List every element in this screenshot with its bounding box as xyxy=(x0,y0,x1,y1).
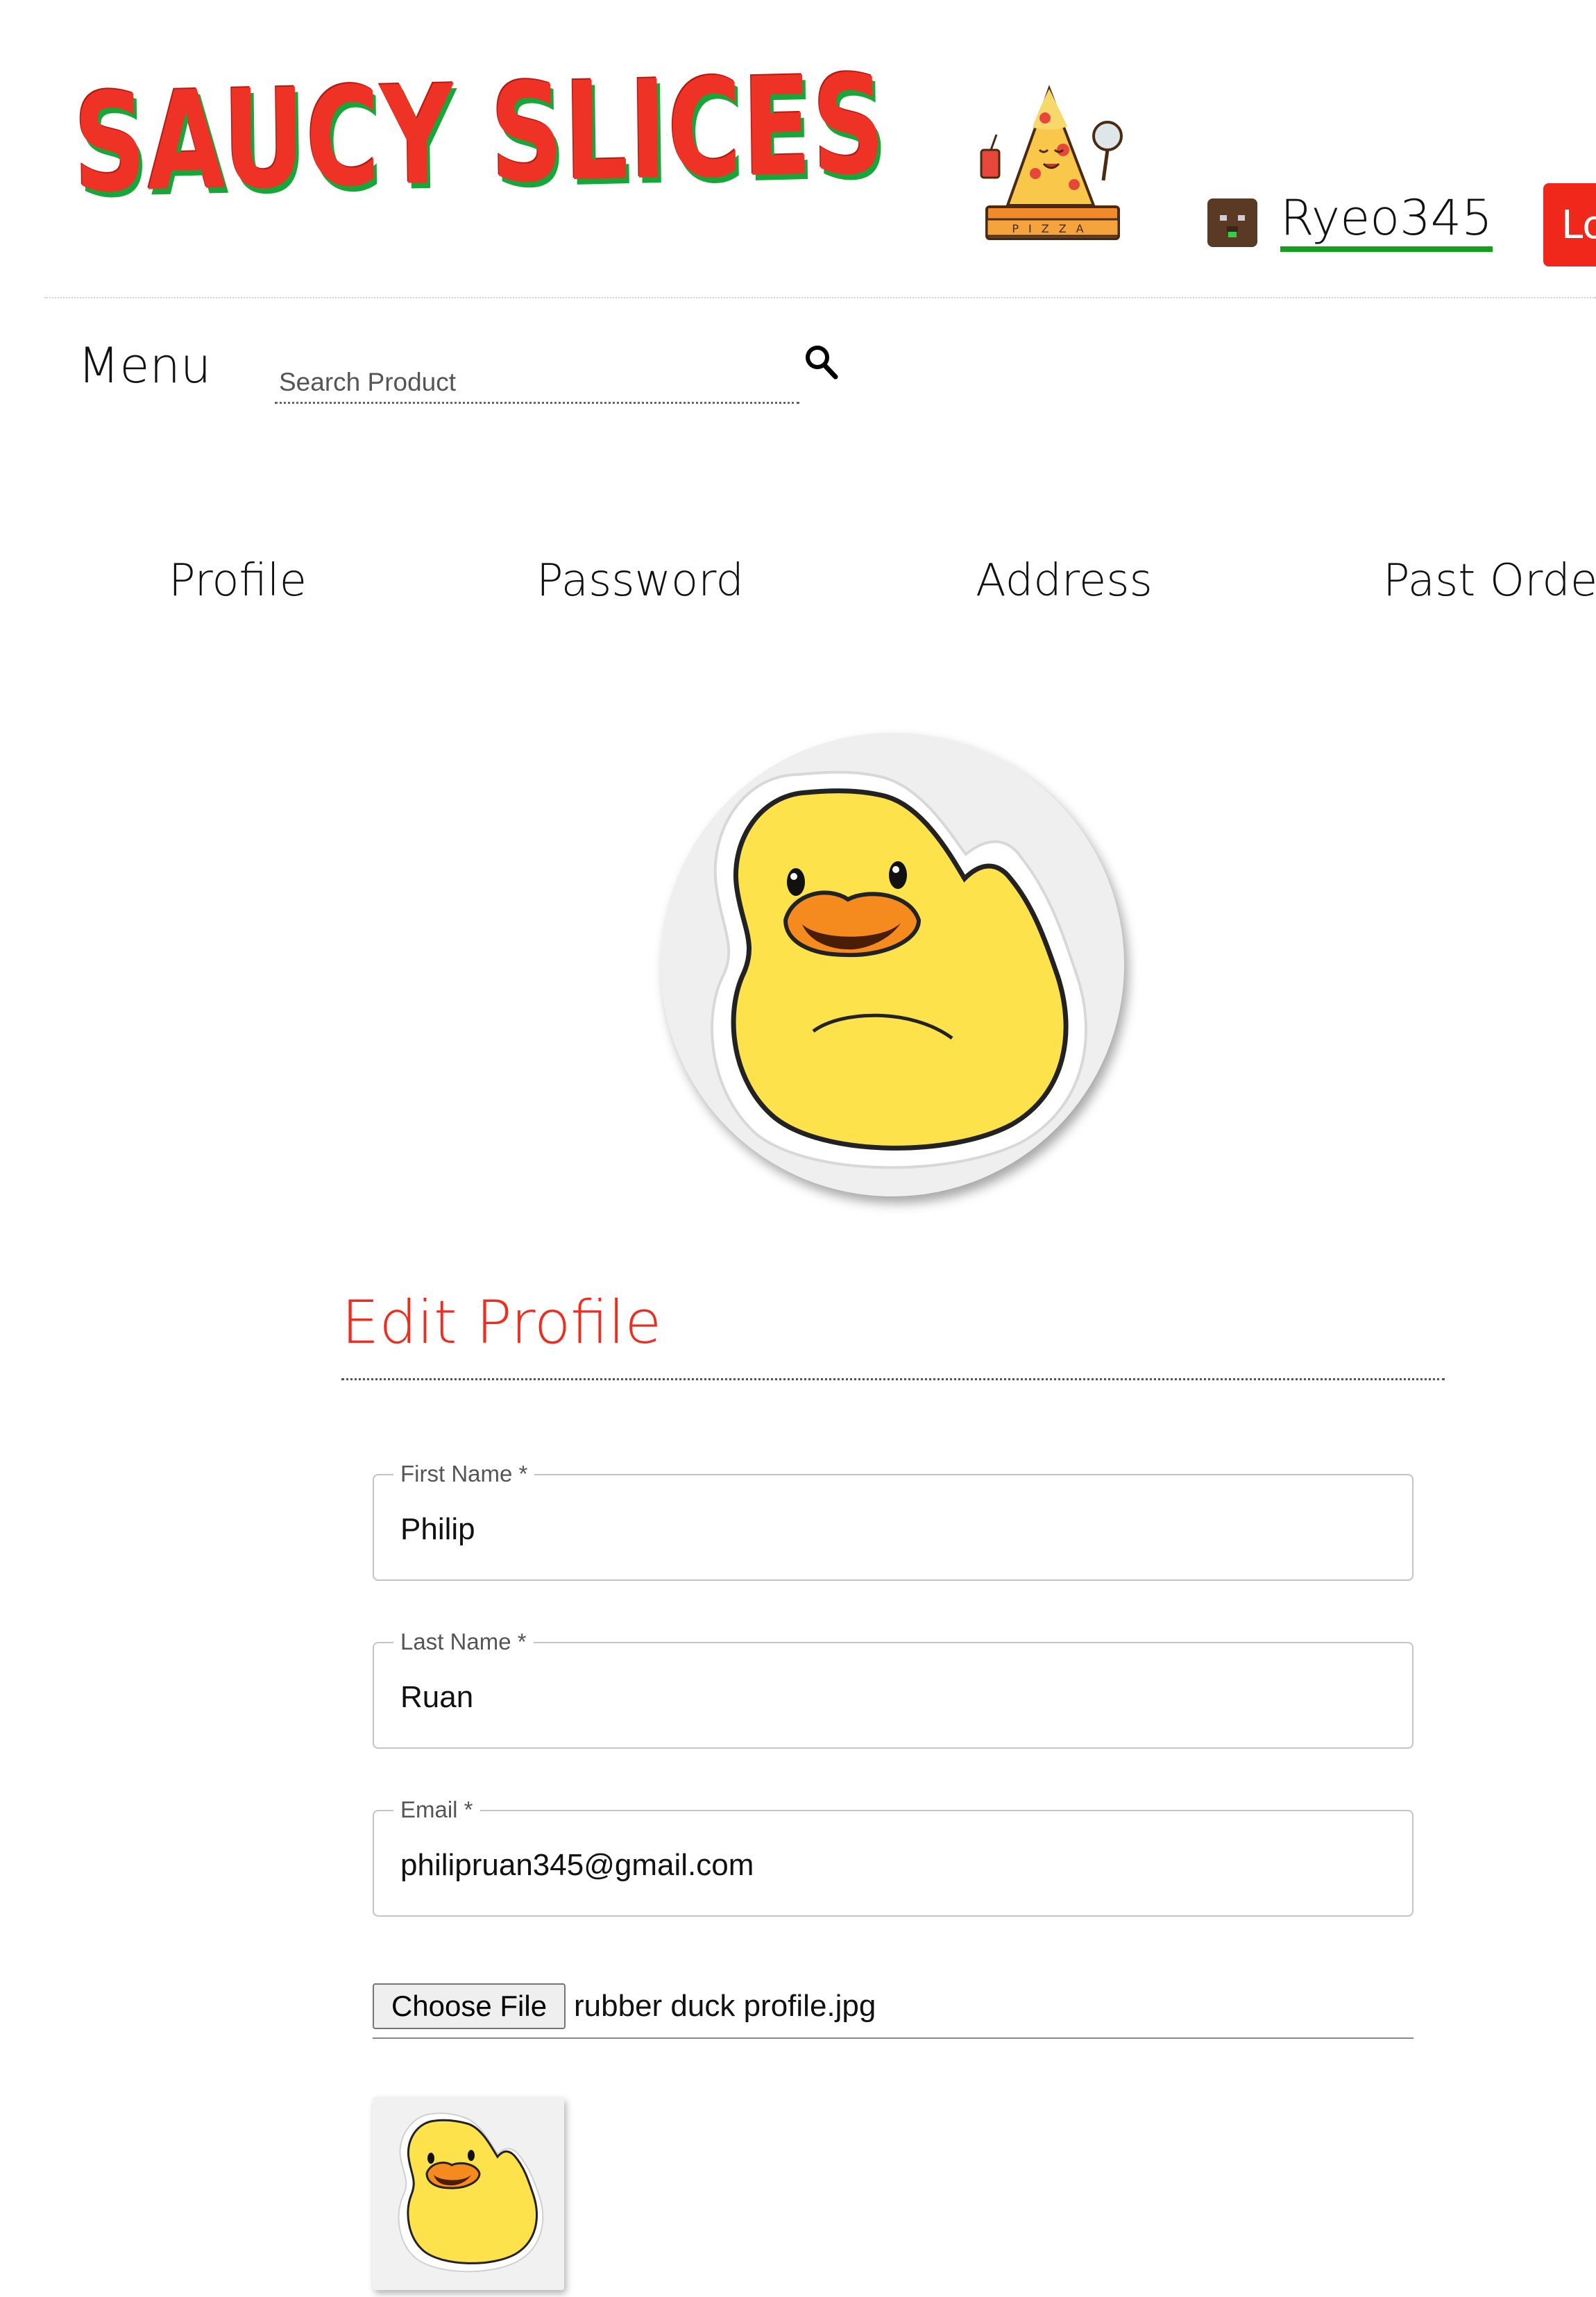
tab-address[interactable]: Address xyxy=(976,555,1153,607)
page-title: Edit Profile xyxy=(341,1288,662,1357)
menu-link[interactable]: Menu xyxy=(78,337,211,394)
tab-past-orders[interactable]: Past Order xyxy=(1383,555,1596,607)
header-divider xyxy=(44,297,1596,298)
file-name: rubber duck profile.jpg xyxy=(574,1989,876,2023)
search-input[interactable] xyxy=(275,347,799,402)
svg-text:PIZZA: PIZZA xyxy=(1012,222,1093,235)
username-link[interactable]: Ryeo345 xyxy=(1280,192,1493,252)
file-upload: Choose File rubber duck profile.jpg xyxy=(373,1982,1414,2039)
user-avatar-icon[interactable] xyxy=(1207,198,1257,247)
search-bar xyxy=(275,347,799,404)
email-label: Email * xyxy=(393,1795,480,1825)
first-name-label: First Name * xyxy=(393,1459,535,1489)
image-preview xyxy=(373,2097,564,2290)
first-name-field: First Name * xyxy=(373,1459,1414,1581)
brand-logo[interactable]: SAUCY SLICES xyxy=(73,46,887,223)
rubber-duck-icon xyxy=(661,733,1124,1196)
tab-profile[interactable]: Profile xyxy=(169,555,307,607)
search-icon[interactable] xyxy=(804,342,840,381)
tab-password[interactable]: Password xyxy=(536,555,744,607)
page: SAUCY SLICES PIZZA Ryeo345 Lo Menu Searc… xyxy=(0,0,1596,2297)
pizza-mascot-icon: PIZZA xyxy=(980,85,1123,240)
login-button[interactable]: Lo xyxy=(1543,183,1596,266)
last-name-input[interactable] xyxy=(400,1675,1386,1720)
first-name-input[interactable] xyxy=(400,1507,1386,1552)
last-name-label: Last Name * xyxy=(393,1627,534,1657)
email-input[interactable] xyxy=(400,1843,1386,1888)
rubber-duck-icon xyxy=(373,2097,564,2290)
profile-avatar xyxy=(661,733,1124,1196)
title-divider xyxy=(341,1378,1445,1380)
choose-file-button[interactable]: Choose File xyxy=(373,1983,566,2029)
email-field: Email * xyxy=(373,1795,1414,1917)
last-name-field: Last Name * xyxy=(373,1627,1414,1749)
